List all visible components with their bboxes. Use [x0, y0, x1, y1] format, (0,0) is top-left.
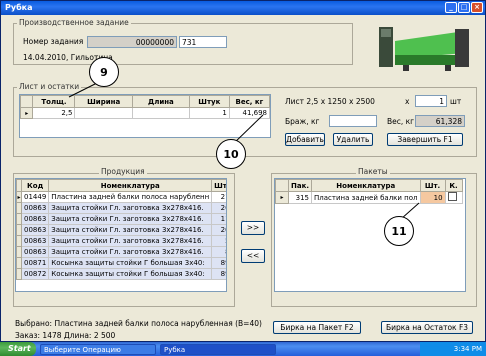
system-tray: 3:34 PM	[420, 342, 486, 356]
taskbar-item-rubka[interactable]: Рубка	[160, 344, 276, 355]
callout-9: 9	[89, 57, 119, 87]
app-window: Рубка _ □ × Производственное задание Ном…	[0, 0, 486, 342]
callout-11: 11	[384, 216, 414, 246]
callout-10: 10	[216, 139, 246, 169]
taskbar: Start Выберите Операцию Рубка 3:34 PM	[0, 342, 486, 356]
start-button[interactable]: Start	[0, 342, 36, 356]
taskbar-item-operations[interactable]: Выберите Операцию	[40, 344, 156, 355]
callout-leaders	[68, 80, 420, 220]
clock: 3:34 PM	[453, 345, 482, 353]
